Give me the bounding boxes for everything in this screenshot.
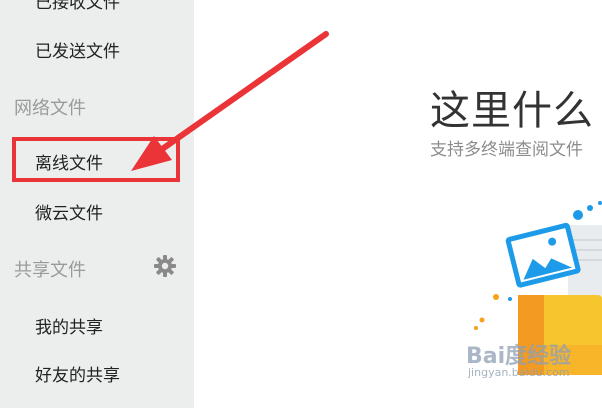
annotation-arrow [131, 31, 329, 171]
